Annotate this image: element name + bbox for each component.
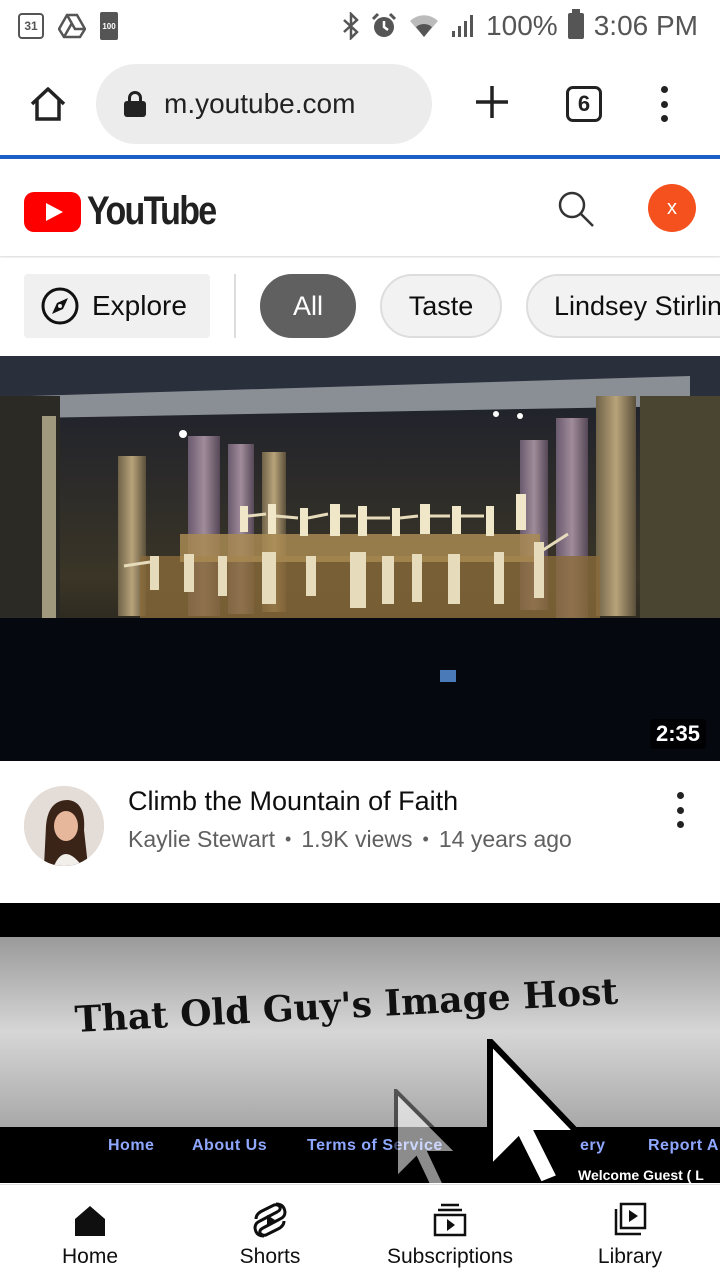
- drive-icon: [58, 13, 86, 39]
- alarm-icon: [370, 12, 398, 40]
- tabs-icon[interactable]: 6: [566, 86, 602, 122]
- shorts-icon: [253, 1202, 287, 1238]
- status-right-icons: 100% 3:06 PM: [342, 9, 698, 42]
- thumbnail-nav-report: Report A: [648, 1137, 719, 1154]
- home-icon[interactable]: [28, 84, 68, 124]
- filter-chips: Explore All Taste Lindsey Stirlin: [0, 258, 720, 354]
- address-bar[interactable]: m.youtube.com: [96, 64, 432, 144]
- wifi-icon: [408, 13, 440, 39]
- thumbnail-welcome: Welcome Guest ( L: [578, 1167, 704, 1183]
- chip-lindsey-stirling[interactable]: Lindsey Stirlin: [526, 274, 720, 338]
- nav-subscriptions[interactable]: Subscriptions: [360, 1185, 540, 1280]
- nav-shorts[interactable]: Shorts: [180, 1185, 360, 1280]
- home-filled-icon: [75, 1206, 105, 1236]
- video-metadata: Kaylie Stewart • 1.9K views • 14 years a…: [128, 826, 572, 853]
- youtube-wordmark: YouTube: [87, 189, 217, 233]
- video-duration: 2:35: [649, 719, 706, 749]
- nav-library-label: Library: [597, 1245, 663, 1268]
- overflow-menu-icon[interactable]: [650, 84, 678, 124]
- thumbnail-nav-about: About Us: [192, 1137, 268, 1154]
- cursor-icon: [394, 1089, 463, 1183]
- subscriptions-icon: [433, 1203, 467, 1237]
- signal-icon: [450, 13, 476, 39]
- status-left-icons: 31 100: [18, 12, 118, 40]
- explore-chip[interactable]: Explore: [24, 274, 210, 338]
- video-options-icon[interactable]: [666, 790, 694, 830]
- compass-icon: [41, 287, 79, 325]
- thumbnail-site-nav: Home About Us Terms of Service ery Repor…: [0, 1127, 720, 1183]
- video-details[interactable]: Climb the Mountain of Faith Kaylie Stewa…: [0, 762, 720, 902]
- youtube-play-icon: [24, 191, 81, 232]
- calendar-icon: 31: [18, 13, 44, 39]
- meta-separator: •: [285, 829, 292, 849]
- lock-icon: [124, 91, 146, 117]
- nav-shorts-label: Shorts: [239, 1245, 301, 1268]
- video-thumbnail[interactable]: 2:35: [0, 356, 720, 761]
- library-icon: [614, 1202, 647, 1236]
- video-title[interactable]: Climb the Mountain of Faith: [128, 786, 458, 817]
- video-thumbnail-2[interactable]: That Old Guy's Image Host Home About Us …: [0, 903, 720, 1183]
- channel-name[interactable]: Kaylie Stewart: [128, 826, 275, 853]
- chip-divider: [234, 274, 236, 338]
- view-count: 1.9K views: [301, 826, 413, 852]
- new-tab-icon[interactable]: [472, 82, 512, 122]
- nav-subscriptions-label: Subscriptions: [386, 1245, 514, 1268]
- nav-library[interactable]: Library: [540, 1185, 720, 1280]
- cursor-icon: [487, 1039, 586, 1183]
- chip-all[interactable]: All: [260, 274, 356, 338]
- bottom-navigation: Home Shorts Subscriptions Library: [0, 1184, 720, 1280]
- battery-icon: [567, 9, 584, 39]
- chip-taste[interactable]: Taste: [380, 274, 502, 338]
- bluetooth-icon: [342, 12, 360, 40]
- nav-home-label: Home: [61, 1245, 119, 1268]
- search-icon[interactable]: [556, 189, 596, 229]
- browser-toolbar: m.youtube.com 6: [0, 52, 720, 156]
- battery-saver-icon: 100: [100, 12, 118, 40]
- account-avatar[interactable]: x: [648, 184, 696, 232]
- battery-percent: 100%: [486, 10, 558, 41]
- upload-age: 14 years ago: [438, 826, 572, 852]
- nav-home[interactable]: Home: [0, 1185, 180, 1280]
- explore-label: Explore: [92, 290, 187, 321]
- url-text: m.youtube.com: [164, 88, 356, 119]
- stage-performance-image: [0, 356, 720, 761]
- clock: 3:06 PM: [593, 10, 698, 41]
- youtube-logo[interactable]: YouTube: [24, 189, 238, 234]
- thumbnail-nav-home: Home: [108, 1137, 155, 1154]
- channel-avatar[interactable]: [24, 786, 104, 866]
- youtube-header: YouTube x: [0, 159, 720, 257]
- status-bar: 31 100 100% 3:06 PM: [0, 0, 720, 52]
- meta-separator: •: [422, 829, 429, 849]
